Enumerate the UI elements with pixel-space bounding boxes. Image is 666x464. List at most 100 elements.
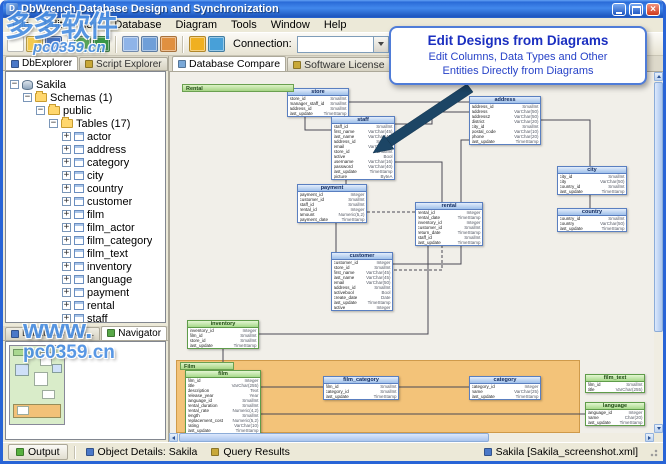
tab-database-con[interactable]: Database Con... xyxy=(5,327,100,340)
er-table-header[interactable]: customer xyxy=(332,253,392,260)
er-column[interactable]: last_updateTimeStamp xyxy=(558,189,626,194)
region-film[interactable]: Film xyxy=(180,362,234,370)
tab-navigator[interactable]: Navigator xyxy=(101,326,167,340)
tree-item-category[interactable]: +category xyxy=(6,156,165,169)
region-rental[interactable]: Rental xyxy=(182,84,294,92)
tree-item-public[interactable]: −public xyxy=(6,104,165,117)
expand-toggle[interactable]: + xyxy=(62,262,71,271)
tab-script-explorer[interactable]: Script Explorer xyxy=(79,57,168,70)
tree-item-language[interactable]: +language xyxy=(6,273,165,286)
collapse-toggle[interactable]: − xyxy=(23,93,32,102)
zoom-out-icon[interactable] xyxy=(141,36,158,52)
close-button[interactable] xyxy=(646,3,660,16)
tree-item-payment[interactable]: +payment xyxy=(6,286,165,299)
vertical-scrollbar[interactable] xyxy=(654,72,663,433)
er-table-header[interactable]: city xyxy=(558,167,626,174)
menu-item-help[interactable]: Help xyxy=(317,18,354,32)
collapse-toggle[interactable]: − xyxy=(36,106,45,115)
save-icon[interactable] xyxy=(45,36,62,52)
navigator-thumbnail[interactable] xyxy=(9,345,65,425)
expand-toggle[interactable]: + xyxy=(62,314,71,323)
tree-item-country[interactable]: +country xyxy=(6,182,165,195)
scroll-down-button[interactable] xyxy=(654,424,663,433)
tree-item-staff[interactable]: +staff xyxy=(6,312,165,323)
output-tab[interactable]: Output xyxy=(8,444,68,460)
er-column[interactable]: last_updateTimeStamp xyxy=(188,343,258,348)
tree-item-city[interactable]: +city xyxy=(6,169,165,182)
er-column[interactable]: last_updateTimeStamp xyxy=(586,420,644,425)
minimize-button[interactable] xyxy=(612,3,626,16)
expand-toggle[interactable]: + xyxy=(62,301,71,310)
scroll-up-button[interactable] xyxy=(654,72,663,81)
zoom-in-icon[interactable] xyxy=(122,36,139,52)
scroll-left-button[interactable] xyxy=(169,433,178,442)
er-table-header[interactable]: store xyxy=(288,89,348,96)
er-column[interactable]: payment_dateTimeStamp xyxy=(298,217,366,222)
menu-item-tools[interactable]: Tools xyxy=(224,18,264,32)
relationship-line[interactable] xyxy=(541,120,590,166)
expand-toggle[interactable]: + xyxy=(62,158,71,167)
er-table-header[interactable]: address xyxy=(470,97,540,104)
object-details-button[interactable]: Object Details: Sakila xyxy=(82,445,202,459)
menu-item-diagram[interactable]: Diagram xyxy=(168,18,224,32)
menu-item-file[interactable]: File xyxy=(5,18,37,32)
collapse-toggle[interactable]: − xyxy=(49,119,58,128)
vertical-scroll-thumb[interactable] xyxy=(654,82,663,332)
er-table-header[interactable]: film_text xyxy=(586,375,644,382)
er-table-store[interactable]: storestore_idSmallIntmanager_staff_idSma… xyxy=(287,88,349,117)
tab-database-compare[interactable]: Database Compare xyxy=(172,56,286,71)
expand-toggle[interactable]: + xyxy=(62,249,71,258)
er-table-country[interactable]: countrycountry_idSmallIntcountryVarChar(… xyxy=(557,208,627,232)
expand-toggle[interactable]: + xyxy=(62,132,71,141)
er-table-city[interactable]: citycity_idSmallIntcityVarChar(50)countr… xyxy=(557,166,627,195)
tree-item-schemas-1[interactable]: −Schemas (1) xyxy=(6,91,165,104)
er-table-header[interactable]: inventory xyxy=(188,321,258,328)
new-file-icon[interactable] xyxy=(7,36,24,52)
er-table-film_text[interactable]: film_textfilm_idSmallInttitleVarChar(255… xyxy=(585,374,645,393)
er-table-header[interactable]: country xyxy=(558,209,626,216)
er-column[interactable]: last_updateTimeStamp xyxy=(558,226,626,231)
tree-item-film-text[interactable]: +film_text xyxy=(6,247,165,260)
menu-item-edit[interactable]: Edit xyxy=(37,18,70,32)
er-table-inventory[interactable]: inventoryinventory_idIntegerfilm_idSmall… xyxy=(187,320,259,349)
er-column[interactable]: last_updateTimeStamp xyxy=(470,394,540,399)
expand-toggle[interactable]: + xyxy=(62,171,71,180)
er-table-film_category[interactable]: film_categoryfilm_idSmallIntcategory_idS… xyxy=(323,376,399,400)
er-table-staff[interactable]: staffstaff_idSmallIntfirst_nameVarChar(4… xyxy=(331,116,395,180)
maximize-button[interactable] xyxy=(629,3,643,16)
er-table-header[interactable]: staff xyxy=(332,117,394,124)
expand-toggle[interactable]: + xyxy=(62,210,71,219)
expand-toggle[interactable]: + xyxy=(62,275,71,284)
er-table-language[interactable]: languagelanguage_idIntegernameChar(20)la… xyxy=(585,402,645,426)
er-column[interactable]: last_updateTimeStamp xyxy=(324,394,398,399)
horizontal-scrollbar[interactable] xyxy=(169,433,654,442)
collapse-toggle[interactable]: − xyxy=(10,80,19,89)
expand-toggle[interactable]: + xyxy=(62,197,71,206)
er-table-rental[interactable]: rentalrental_idIntegerrental_dateTimeSta… xyxy=(415,202,483,246)
expand-toggle[interactable]: + xyxy=(62,288,71,297)
er-column[interactable]: last_updateTimeStamp xyxy=(470,139,540,144)
expand-toggle[interactable]: + xyxy=(62,236,71,245)
expand-toggle[interactable]: + xyxy=(62,223,71,232)
relationship-line[interactable] xyxy=(395,162,442,202)
menu-item-database[interactable]: Database xyxy=(107,18,168,32)
tree-item-address[interactable]: +address xyxy=(6,143,165,156)
redo-icon[interactable] xyxy=(93,36,110,52)
er-column[interactable]: activeInteger xyxy=(332,305,392,310)
relationship-line[interactable] xyxy=(395,112,469,124)
tree-item-rental[interactable]: +rental xyxy=(6,299,165,312)
menu-item-window[interactable]: Window xyxy=(264,18,317,32)
er-table-customer[interactable]: customercustomer_idIntegerstore_idSmallI… xyxy=(331,252,393,311)
open-folder-icon[interactable] xyxy=(26,36,43,52)
er-table-header[interactable]: category xyxy=(470,377,540,384)
horizontal-scroll-thumb[interactable] xyxy=(179,433,489,442)
tree-item-inventory[interactable]: +inventory xyxy=(6,260,165,273)
er-table-header[interactable]: rental xyxy=(416,203,482,210)
tree-item-actor[interactable]: +actor xyxy=(6,130,165,143)
er-column[interactable]: last_updateTimeStamp xyxy=(416,240,482,245)
tree-item-film-actor[interactable]: +film_actor xyxy=(6,221,165,234)
er-table-film[interactable]: filmfilm_idIntegertitleVarChar(255)descr… xyxy=(185,370,261,433)
tree-item-film[interactable]: +film xyxy=(6,208,165,221)
undo-icon[interactable] xyxy=(74,36,91,52)
new-table-icon[interactable] xyxy=(160,36,177,52)
